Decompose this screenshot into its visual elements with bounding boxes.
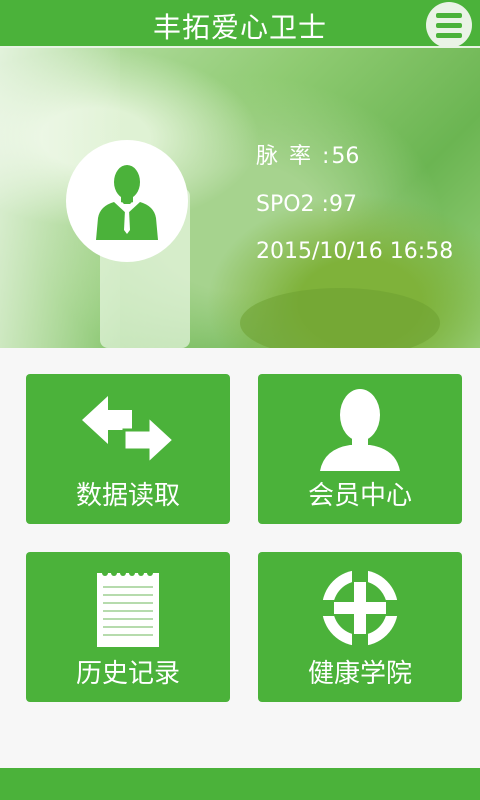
- menu-bar: [436, 22, 462, 28]
- member-center-label: 会员中心: [307, 481, 412, 511]
- health-academy-button[interactable]: 健康学院: [258, 552, 462, 702]
- hamburger-menu-icon[interactable]: [426, 2, 472, 48]
- health-academy-label: 健康学院: [307, 659, 412, 689]
- member-center-button[interactable]: 会员中心: [258, 374, 462, 524]
- history-label: 历史记录: [75, 659, 180, 689]
- member-icon: [258, 386, 462, 474]
- pulse-rate: 脉 率 :56: [256, 138, 453, 170]
- measurement-datetime: 2015/10/16 16:58: [256, 239, 454, 264]
- app-title: 丰拓爱心卫士: [152, 11, 327, 44]
- medical-cross-icon: [258, 564, 462, 652]
- spo2-label: SPO2 :: [256, 192, 329, 217]
- data-read-label: 数据读取: [75, 481, 180, 511]
- user-avatar-icon[interactable]: [66, 140, 188, 262]
- data-transfer-icon: [26, 386, 230, 474]
- user-avatar-icon: [96, 165, 158, 240]
- background-plant-pot: [240, 288, 440, 348]
- app-header: 丰拓爱心卫士: [0, 0, 480, 48]
- bottom-bar: [0, 768, 480, 800]
- pulse-label: 脉 率 :: [256, 144, 332, 169]
- profile-banner: 脉 率 :56 SPO2 :97 2015/10/16 16:58: [0, 48, 480, 348]
- menu-bar: [436, 12, 462, 18]
- data-read-button[interactable]: 数据读取: [26, 374, 230, 524]
- app-screen: 丰拓爱心卫士 脉 率:56 SPO2:97 2015/10/16 16:58…: [0, 0, 480, 800]
- history-button[interactable]: 历史记录: [26, 552, 230, 702]
- spo2-reading: SPO2 :97: [256, 192, 453, 217]
- pulse-value: 56: [331, 144, 360, 169]
- notepad-icon: [26, 564, 230, 652]
- spo2-value: 97: [328, 192, 357, 217]
- menu-bar: [436, 32, 462, 38]
- vital-stats: 脉 率 :56 SPO2 :97 2015/10/16 16:58: [256, 138, 453, 286]
